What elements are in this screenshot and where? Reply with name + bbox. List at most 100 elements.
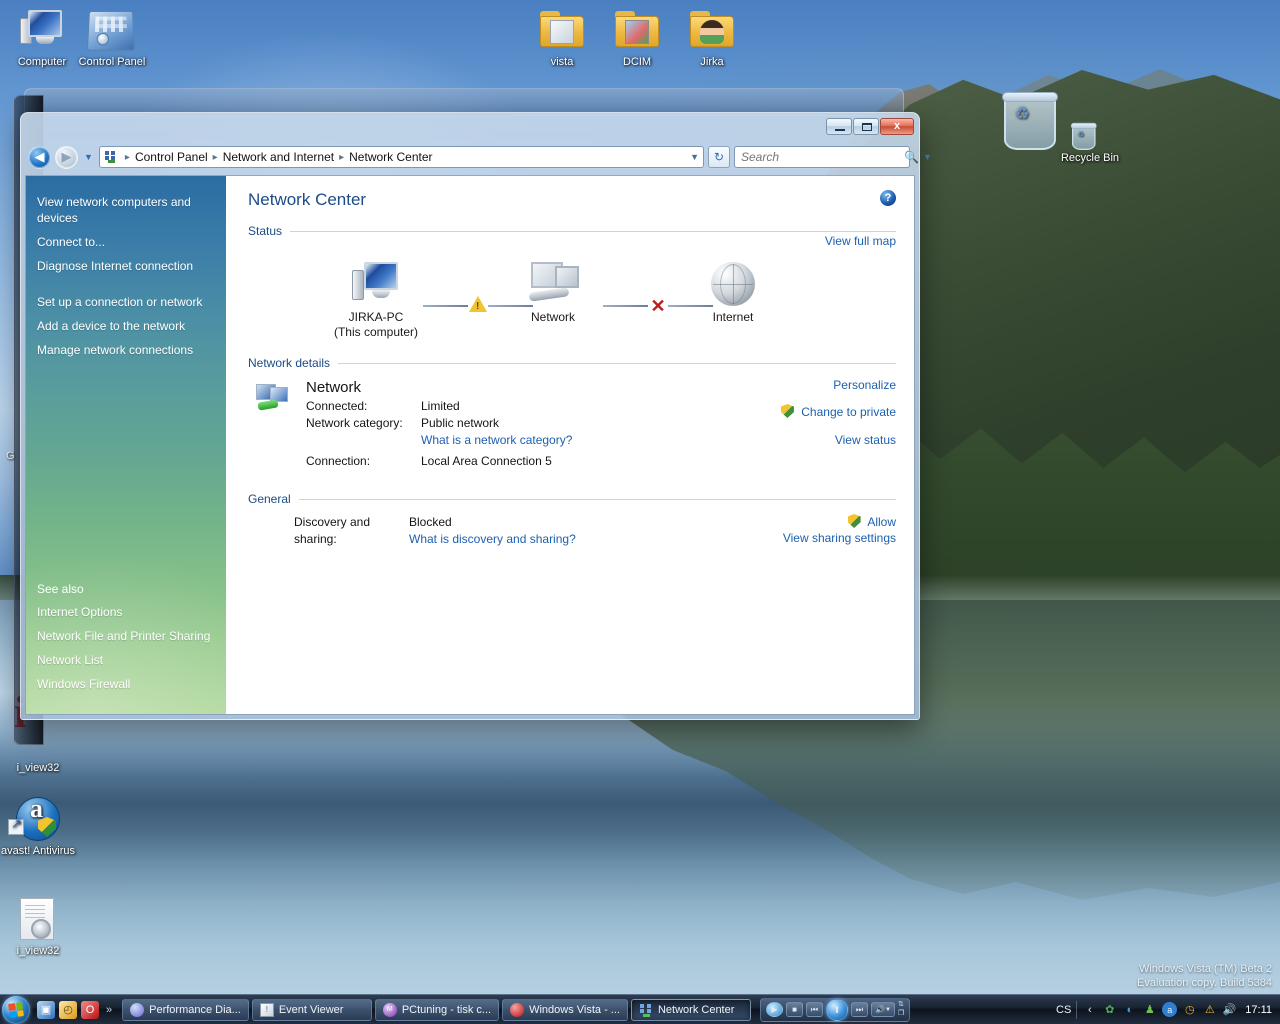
sidebar-item-diagnose-internet-connection[interactable]: Diagnose Internet connection bbox=[26, 254, 226, 278]
browser-icon: M bbox=[382, 1002, 397, 1017]
search-box[interactable]: 🔍 ▼ bbox=[734, 146, 932, 168]
chevron-down-icon[interactable]: ▼ bbox=[923, 152, 932, 162]
sidebar-item-add-device[interactable]: Add a device to the network bbox=[26, 314, 226, 338]
view-status-link-wrap: View status bbox=[666, 433, 896, 447]
quick-launch-chevron-icon[interactable]: » bbox=[103, 1004, 115, 1016]
media-player-toolbar[interactable]: ▶ ■ ⏮ ‖ ⏭ 🔊 ▼ ⇅ ❐ bbox=[759, 997, 911, 1022]
address-bar[interactable]: ▸ Control Panel ▸ Network and Internet ▸… bbox=[98, 146, 704, 168]
chevron-down-icon[interactable]: ▼ bbox=[690, 152, 699, 162]
node-network[interactable]: Network bbox=[493, 262, 613, 325]
back-button[interactable]: ◀ bbox=[28, 145, 51, 169]
change-to-private-link[interactable]: Change to private bbox=[801, 405, 896, 419]
network-center-icon bbox=[639, 1003, 653, 1017]
allow-link[interactable]: Allow bbox=[867, 515, 896, 529]
network-details-heading: Network details bbox=[248, 356, 896, 370]
tray-person-icon[interactable]: ♟ bbox=[1142, 1002, 1157, 1017]
folder-icon bbox=[599, 6, 675, 56]
desktop-icon-recycle-bin[interactable]: ♻ ♻ Recycle Bin bbox=[1002, 90, 1130, 165]
tray-colorwheel-icon[interactable]: ✿ bbox=[1102, 1002, 1117, 1017]
taskbar-button-network-center[interactable]: Network Center bbox=[630, 998, 751, 1021]
general-section: General Discovery and sharing: Blocked W… bbox=[248, 492, 896, 548]
sidebar-item-connect-to[interactable]: Connect to... bbox=[26, 230, 226, 254]
view-status-link[interactable]: View status bbox=[835, 433, 896, 447]
network-center-window[interactable]: x ◀ ▶ ▼ ▸ Control Panel ▸ Network and In… bbox=[20, 112, 932, 720]
desktop-icon-label: avast! Antivirus bbox=[1, 845, 75, 857]
tray-network-warning-icon[interactable]: ⚠ bbox=[1202, 1002, 1217, 1017]
desktop-icon-label: Computer bbox=[17, 56, 67, 68]
media-next-button[interactable]: ⏭ bbox=[850, 1002, 868, 1017]
forward-button[interactable]: ▶ bbox=[55, 145, 78, 169]
search-input[interactable] bbox=[739, 149, 900, 165]
personalize-link[interactable]: Personalize bbox=[833, 378, 896, 392]
taskbar-clock[interactable]: 17:11 bbox=[1242, 1004, 1272, 1016]
media-resize-handles[interactable]: ⇅ ❐ bbox=[898, 1001, 904, 1018]
refresh-button[interactable]: ↻ bbox=[708, 146, 730, 168]
sidebar-item-internet-options[interactable]: Internet Options bbox=[26, 600, 226, 624]
help-icon[interactable]: ? bbox=[880, 190, 896, 206]
breadcrumb-separator: ▸ bbox=[339, 151, 345, 163]
window-titlebar[interactable]: x bbox=[24, 116, 916, 142]
desktop-icon-iview32-bottom[interactable]: i_view32 bbox=[0, 895, 76, 958]
computer-icon bbox=[4, 6, 80, 56]
sidebar-item-windows-firewall[interactable]: Windows Firewall bbox=[26, 672, 226, 696]
tray-chevron-icon[interactable]: ‹ bbox=[1082, 1002, 1097, 1017]
desktop-icon-jirka[interactable]: Jirka bbox=[674, 6, 750, 69]
close-button[interactable]: x bbox=[880, 118, 914, 135]
desktop-icon-label: i_view32 bbox=[16, 762, 60, 774]
breadcrumb-control-panel[interactable]: Control Panel bbox=[133, 150, 210, 164]
refresh-icon: ↻ bbox=[713, 150, 725, 164]
window-body: View network computers and devices Conne… bbox=[25, 175, 915, 715]
node-internet[interactable]: Internet bbox=[673, 262, 793, 325]
tray-avast-icon[interactable]: ◐ bbox=[1122, 1002, 1137, 1017]
computer-icon bbox=[350, 262, 402, 306]
media-previous-button[interactable]: ⏮ bbox=[805, 1002, 823, 1017]
folder-user-icon bbox=[674, 6, 750, 56]
view-full-map-link[interactable]: View full map bbox=[825, 234, 896, 248]
sidebar-item-network-list[interactable]: Network List bbox=[26, 648, 226, 672]
desktop-icon-computer[interactable]: Computer bbox=[4, 6, 80, 69]
search-icon[interactable]: 🔍 bbox=[904, 150, 919, 164]
taskbar[interactable]: ▣ ◴ O » Performance Dia... ! Event Viewe… bbox=[0, 994, 1280, 1024]
quick-launch-bar: ▣ ◴ O » bbox=[33, 1000, 119, 1019]
taskbar-button-windows-vista[interactable]: Windows Vista - ... bbox=[502, 998, 628, 1021]
quick-launch-opera[interactable]: O bbox=[81, 1000, 99, 1019]
sidebar-item-set-up-connection[interactable]: Set up a connection or network bbox=[26, 290, 226, 314]
taskbar-button-performance[interactable]: Performance Dia... bbox=[122, 998, 249, 1021]
tray-language-indicator[interactable]: CS bbox=[1056, 1004, 1071, 1016]
page-title: Network Center bbox=[248, 190, 367, 209]
tray-divider bbox=[1076, 1000, 1078, 1019]
network-status-map: View full map JIRKA-PC (This computer) !… bbox=[248, 234, 896, 340]
taskbar-button-pctuning[interactable]: M PCtuning - tisk c... bbox=[374, 998, 500, 1021]
quick-launch-show-desktop[interactable]: ▣ bbox=[37, 1000, 55, 1019]
view-sharing-settings-link[interactable]: View sharing settings bbox=[783, 531, 896, 545]
allow-link-wrap: Allow bbox=[666, 514, 896, 529]
history-dropdown-icon[interactable]: ▼ bbox=[82, 152, 95, 162]
maximize-button[interactable] bbox=[853, 118, 879, 135]
desktop-icon-dcim[interactable]: DCIM bbox=[599, 6, 675, 69]
what-is-discovery-and-sharing-link[interactable]: What is discovery and sharing? bbox=[409, 532, 576, 546]
breadcrumb-network-and-internet[interactable]: Network and Internet bbox=[221, 150, 336, 164]
sidebar-item-view-network-computers[interactable]: View network computers and devices bbox=[26, 190, 226, 230]
sidebar-item-network-file-printer-sharing[interactable]: Network File and Printer Sharing bbox=[26, 624, 226, 648]
avast-icon: a bbox=[0, 795, 76, 845]
desktop-icon-avast[interactable]: a avast! Antivirus bbox=[0, 795, 76, 858]
desktop-icon-vista[interactable]: vista bbox=[524, 6, 600, 69]
media-volume-button[interactable]: 🔊 ▼ bbox=[870, 1002, 895, 1017]
quick-launch-clock[interactable]: ◴ bbox=[59, 1000, 77, 1019]
navigation-bar: ◀ ▶ ▼ ▸ Control Panel ▸ Network and Inte… bbox=[24, 142, 932, 172]
watermark-line1: Windows Vista (TM) Beta 2 bbox=[1138, 963, 1272, 975]
tray-volume-icon[interactable]: 🔊 bbox=[1222, 1002, 1237, 1017]
tray-a-icon[interactable]: a bbox=[1162, 1002, 1178, 1017]
desktop-icon-control-panel[interactable]: Control Panel bbox=[74, 6, 150, 69]
desktop[interactable]: Computer Control Panel vista DCIM Jirka bbox=[0, 0, 1280, 1024]
start-button[interactable] bbox=[2, 995, 30, 1024]
taskbar-button-label: Event Viewer bbox=[278, 1003, 344, 1016]
sidebar-item-manage-network-connections[interactable]: Manage network connections bbox=[26, 338, 226, 362]
node-this-computer[interactable]: JIRKA-PC (This computer) bbox=[316, 262, 436, 340]
taskbar-button-event-viewer[interactable]: ! Event Viewer bbox=[251, 998, 372, 1021]
tray-clock-icon[interactable]: ◷ bbox=[1182, 1002, 1197, 1017]
breadcrumb-network-center[interactable]: Network Center bbox=[347, 150, 434, 164]
media-play-pause-button[interactable]: ‖ bbox=[825, 998, 848, 1021]
media-stop-button[interactable]: ■ bbox=[785, 1002, 803, 1017]
minimize-button[interactable] bbox=[826, 118, 852, 135]
